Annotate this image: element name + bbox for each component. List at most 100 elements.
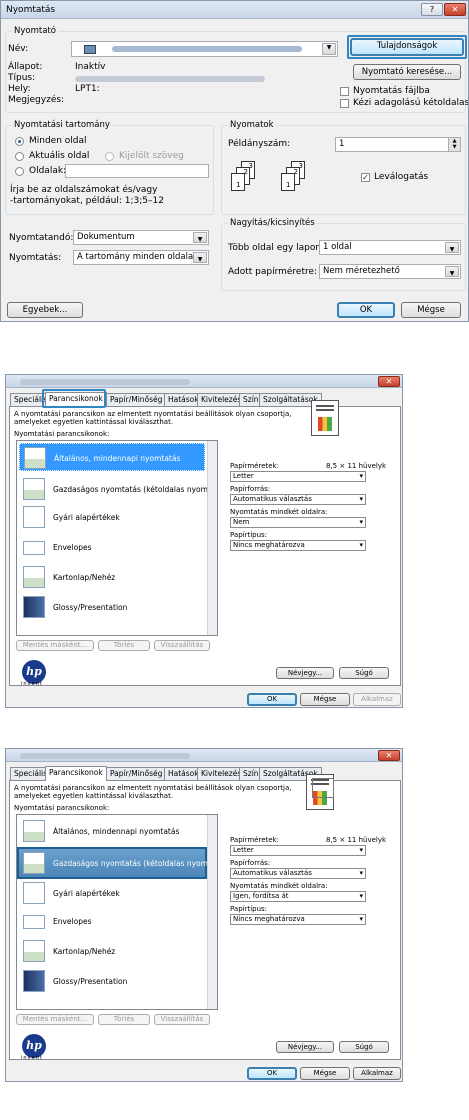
collate-checkbox[interactable]: ✓ [361,173,370,182]
print-what-value: Dokumentum [77,232,135,242]
list-item[interactable]: Általános, mindennapi nyomtatás [19,817,205,845]
close-button[interactable]: ✕ [378,750,400,761]
print-to-file-checkbox[interactable] [340,87,349,96]
selection-radio [105,152,114,161]
printer-icon [84,45,96,54]
print-select[interactable]: A tartomány minden oldala ▼ [73,250,209,265]
paper-size-select[interactable]: Letter [230,845,366,856]
help-button[interactable]: Súgó [339,1041,389,1053]
chevron-down-icon: ▼ [445,266,459,277]
list-item-label: Általános, mindennapi nyomtatás [53,827,180,836]
tab-paper-quality[interactable]: Papír/Minőség [106,393,167,406]
manual-duplex-label: Kézi adagolású kétoldalas [353,98,469,108]
type-value-redacted [75,76,265,82]
blank-page-icon [23,506,45,528]
blank-page-icon [23,882,45,904]
duplex-document-icon [23,478,45,500]
paper-type-label: Papírtípus: [230,531,268,539]
printer-group-label: Nyomtató [12,26,58,36]
copies-spinner-icon[interactable]: ▲ ▼ [448,138,460,151]
shortcuts-list[interactable]: Általános, mindennapi nyomtatás Gazdaság… [16,814,218,1010]
range-group-label: Nyomtatási tartomány [12,120,112,130]
description-line2: amelyeket egyetlen kattintással kiválasz… [14,418,174,426]
paper-size-label: Papírméretek: [230,462,279,470]
paper-size-select[interactable]: Letter [230,471,366,482]
title-bar: Nyomtatás ? ✕ [1,1,468,19]
cancel-button[interactable]: Mégse [300,1067,350,1080]
apply-button: Alkalmaz [353,693,401,706]
all-pages-radio[interactable] [15,137,24,146]
pages-radio[interactable] [15,167,24,176]
apply-button[interactable]: Alkalmaz [353,1067,401,1080]
print-what-select[interactable]: Dokumentum ▼ [73,230,209,245]
list-item[interactable]: Envelopes [19,533,205,561]
comment-label: Megjegyzés: [8,95,65,105]
list-item[interactable]: Glossy/Presentation [19,593,205,621]
manual-duplex-checkbox[interactable] [340,99,349,108]
about-button[interactable]: Névjegy... [276,1041,334,1053]
description-line2: amelyeket egyetlen kattintással kiválasz… [14,792,174,800]
list-item[interactable]: Glossy/Presentation [19,967,205,995]
ok-button[interactable]: OK [337,302,395,318]
list-item-label: Envelopes [53,543,92,552]
cancel-button[interactable]: Mégse [300,693,350,706]
duplex-select[interactable]: Nem [230,517,366,528]
options-button[interactable]: Egyebek... [7,302,83,318]
duplex-select[interactable]: Igen, fordítsa át [230,891,366,902]
zoom-group: Nagyítás/kicsinyítés [221,218,466,291]
type-label: Típus: [8,73,36,83]
list-item-label: Általános, mindennapi nyomtatás [54,454,181,463]
page-preview-icon [311,400,339,436]
paper-type-select[interactable]: Nincs meghatározva [230,540,366,551]
copies-input[interactable]: 1 [335,137,461,152]
save-as-button: Mentés másként... [16,1014,94,1025]
shortcuts-list-label: Nyomtatási parancsikonok: [14,430,110,438]
list-item-label: Glossy/Presentation [53,977,128,986]
list-item[interactable]: Gazdaságos nyomtatás (kétoldalas nyomtat… [17,847,217,879]
properties-dialog-1: ✕ Speciális Parancsikonok Papír/Minőség … [5,374,403,708]
paper-size-dims: 8,5 × 11 hüvelyk [326,836,387,844]
current-page-radio[interactable] [15,152,24,161]
paper-source-select[interactable]: Automatikus választás [230,494,366,505]
ok-button[interactable]: OK [247,1067,297,1080]
help-button[interactable]: Súgó [339,667,389,679]
scale-select[interactable]: Nem méretezhető ▼ [319,264,461,279]
paper-source-select[interactable]: Automatikus választás [230,868,366,879]
tab-finishing[interactable]: Kivitelezés [197,767,246,780]
list-item[interactable]: Kartonlap/Nehéz [19,937,205,965]
close-button[interactable]: ✕ [378,376,400,387]
duplex-label: Nyomtatás mindkét oldalra: [230,882,328,890]
where-value: LPT1: [75,84,100,94]
list-item[interactable]: Gyári alapértékek [19,879,205,907]
chevron-down-icon: ▼ [193,232,207,243]
list-item[interactable]: Kartonlap/Nehéz [19,563,205,591]
help-button[interactable]: ? [421,3,443,16]
ok-button[interactable]: OK [247,693,297,706]
paper-size-label: Papírméretek: [230,836,279,844]
name-label: Név: [8,44,29,54]
document-icon [24,447,46,469]
list-scrollbar[interactable] [207,441,217,635]
about-button[interactable]: Névjegy... [276,667,334,679]
list-scrollbar[interactable] [207,815,217,1009]
tab-finishing[interactable]: Kivitelezés [197,393,246,406]
list-item[interactable]: Envelopes [19,907,205,935]
zoom-group-label: Nagyítás/kicsinyítés [228,218,317,228]
paper-type-select[interactable]: Nincs meghatározva [230,914,366,925]
pages-per-sheet-select[interactable]: 1 oldal ▼ [319,240,461,255]
tab-paper-quality[interactable]: Papír/Minőség [106,767,167,780]
shortcuts-tab-highlight [42,389,106,408]
printer-name-select[interactable]: ▼ [71,41,338,57]
list-item[interactable]: Gyári alapértékek [19,503,205,531]
list-item[interactable]: Gazdaságos nyomtatás (kétoldalas nyomtat… [19,475,217,503]
cardstock-icon [23,566,45,588]
list-item[interactable]: Általános, mindennapi nyomtatás [19,443,205,471]
find-printer-button[interactable]: Nyomtató keresése... [353,64,461,80]
shortcuts-list[interactable]: Általános, mindennapi nyomtatás Gazdaság… [16,440,218,636]
pages-input[interactable] [65,164,209,178]
envelope-icon [23,541,45,555]
list-item-label: Gazdaságos nyomtatás (kétoldalas nyomtat… [53,485,218,494]
close-button[interactable]: ✕ [444,3,466,16]
tab-shortcuts[interactable]: Parancsikonok [45,766,107,781]
cancel-button[interactable]: Mégse [401,302,461,318]
